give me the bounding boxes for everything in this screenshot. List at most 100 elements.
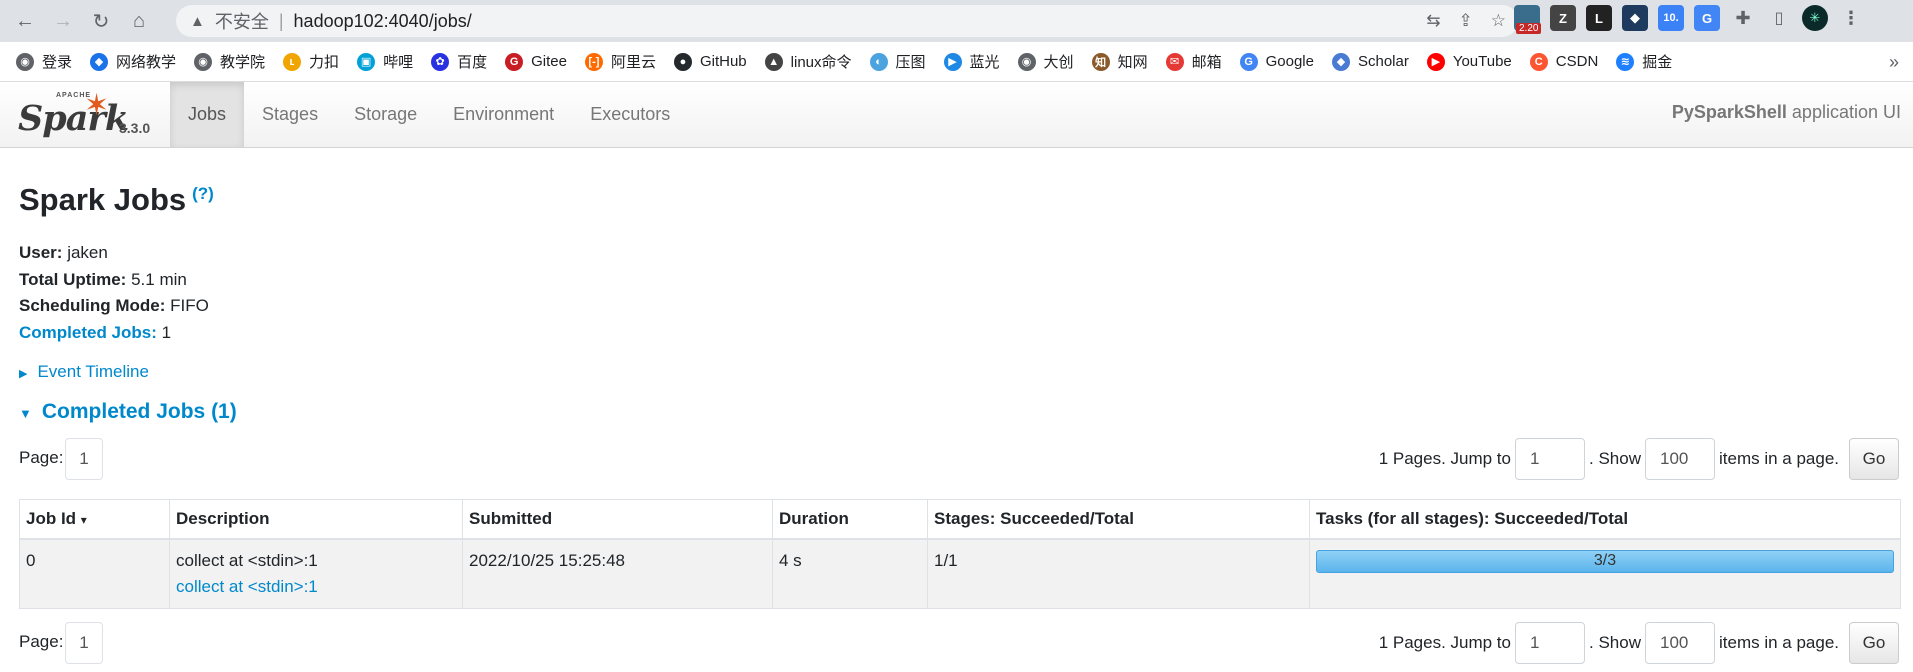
items-text: items in a page. — [1718, 633, 1839, 652]
bookmark-item[interactable]: ◆ 网络教学 — [90, 51, 176, 72]
github-icon: ● — [673, 52, 692, 71]
globe-icon: ◉ — [16, 52, 34, 71]
extension-icon[interactable]: L — [1586, 5, 1612, 31]
bookmark-item[interactable]: G Gitee — [505, 52, 567, 71]
back-icon[interactable]: ← — [8, 4, 42, 38]
bookmark-item[interactable]: ≋ 掘金 — [1616, 51, 1672, 72]
bookmark-item[interactable]: ◐ 压图 — [869, 51, 926, 72]
completed-jobs-link[interactable]: Completed Jobs: — [19, 323, 157, 342]
summary-mode: Scheduling Mode: FIFO — [19, 296, 209, 315]
items-text: items in a page. — [1718, 449, 1839, 468]
col-stages[interactable]: Stages: Succeeded/Total — [927, 499, 1310, 540]
spark-navbar: APACHE Spark ✶ 3.3.0 Jobs Stages Storage… — [0, 82, 1913, 148]
go-button[interactable]: Go — [1849, 438, 1899, 480]
bookmark-label: Gitee — [531, 53, 567, 70]
extension-icon[interactable]: Z — [1550, 5, 1576, 31]
spark-logo[interactable]: APACHE Spark ✶ 3.3.0 — [0, 82, 170, 147]
bookmark-item[interactable]: ◉ 登录 — [16, 51, 72, 72]
bookmark-item[interactable]: ◉ 大创 — [1017, 51, 1074, 72]
col-description[interactable]: Description — [169, 499, 463, 540]
tab-storage[interactable]: Storage — [336, 82, 435, 147]
bookmark-item[interactable]: ◉ 教学院 — [194, 51, 265, 72]
summary-user: User: jaken — [19, 243, 108, 262]
completed-jobs-header[interactable]: ▼ Completed Jobs (1) — [19, 400, 237, 424]
star-icon[interactable]: ☆ — [1491, 11, 1506, 31]
bookmark-item[interactable]: C CSDN — [1529, 52, 1598, 71]
share-icon[interactable]: ⇪ — [1459, 11, 1473, 31]
bookmark-item[interactable]: G Google — [1239, 52, 1314, 71]
bookmarks-more-icon[interactable]: » — [1889, 52, 1899, 73]
home-icon[interactable]: ⌂ — [122, 4, 156, 38]
col-submitted[interactable]: Submitted — [462, 499, 773, 540]
completed-count: 1 — [161, 322, 172, 342]
profile-avatar[interactable]: ✳ — [1802, 5, 1828, 31]
bilibili-icon: ▣ — [357, 52, 376, 71]
jump-to-input[interactable]: 1 — [1515, 438, 1585, 480]
tab-environment[interactable]: Environment — [435, 82, 572, 147]
sidepanel-icon[interactable]: ▯ — [1766, 5, 1792, 31]
col-duration[interactable]: Duration — [772, 499, 928, 540]
spark-version: 3.3.0 — [119, 120, 151, 136]
extension-icon[interactable]: G — [1694, 5, 1720, 31]
page-number-button[interactable]: 1 — [65, 622, 103, 664]
completed-jobs-title: Completed Jobs (1) — [41, 400, 237, 423]
globe-icon: ◉ — [1017, 52, 1036, 71]
address-bar[interactable]: ▲ 不安全 | hadoop102:4040/jobs/ ⇆ ⇪ ☆ — [176, 5, 1518, 37]
event-timeline-label: Event Timeline — [37, 362, 149, 381]
table-header-row: Job Id ▾ Description Submitted Duration … — [19, 499, 1901, 540]
bookmark-label: 力扣 — [309, 54, 340, 71]
col-tasks[interactable]: Tasks (for all stages): Succeeded/Total — [1309, 499, 1901, 540]
bookmark-item[interactable]: ▶ 蓝光 — [943, 51, 1000, 72]
forward-icon[interactable]: → — [46, 4, 80, 38]
extension-badge: 2.20 — [1516, 23, 1542, 34]
user-value: jaken — [67, 243, 108, 262]
jump-to-input[interactable]: 1 — [1515, 622, 1585, 664]
gitee-icon: G — [505, 52, 524, 71]
bookmark-label: 百度 — [457, 54, 488, 71]
job-summary: User: jaken Total Uptime: 5.1 min Schedu… — [19, 240, 209, 346]
bookmark-item[interactable]: ʟ 力扣 — [283, 51, 339, 72]
google-icon: G — [1239, 52, 1258, 71]
bookmark-item[interactable]: [-] 阿里云 — [584, 51, 656, 72]
menu-icon[interactable]: ⋮ — [1838, 5, 1864, 31]
bookmark-item[interactable]: ✿ 百度 — [431, 51, 487, 72]
bookmark-item[interactable]: ▣ 哔哩 — [357, 51, 413, 72]
page-size-input[interactable]: 100 — [1644, 622, 1715, 664]
csdn-icon: C — [1529, 52, 1548, 71]
event-timeline-toggle[interactable]: ▶ Event Timeline — [19, 362, 149, 382]
browser-toolbar: ← → ↻ ⌂ ▲ 不安全 | hadoop102:4040/jobs/ ⇆ ⇪… — [0, 0, 1913, 42]
extension-icon[interactable]: 10. — [1658, 5, 1684, 31]
description-cell: collect at <stdin>:1 collect at <stdin>:… — [169, 538, 463, 609]
duration-cell: 4 s — [772, 538, 928, 609]
translate-icon[interactable]: ⇆ — [1426, 11, 1440, 31]
extension-icon[interactable]: ◆ — [1622, 5, 1648, 31]
app-name: PySparkShell — [1671, 102, 1787, 122]
bookmark-item[interactable]: ◆ Scholar — [1331, 52, 1409, 71]
help-link[interactable]: (?) — [192, 184, 214, 203]
reload-icon[interactable]: ↻ — [84, 4, 118, 38]
bookmark-item[interactable]: ▲ linux命令 — [764, 51, 852, 72]
bookmark-label: Scholar — [1357, 53, 1409, 70]
description-link[interactable]: collect at <stdin>:1 — [176, 574, 456, 600]
col-job-id[interactable]: Job Id ▾ — [19, 499, 170, 540]
baidu-icon: ✿ — [431, 52, 450, 71]
task-progress-bar: 3/3 — [1316, 549, 1894, 573]
address-separator: | — [278, 10, 284, 31]
page-number-button[interactable]: 1 — [65, 438, 103, 480]
tab-stages[interactable]: Stages — [244, 82, 336, 147]
extension-icon[interactable]: 2.20 — [1514, 5, 1542, 34]
go-button[interactable]: Go — [1849, 622, 1899, 664]
bookmark-item[interactable]: ● GitHub — [673, 52, 747, 71]
tab-jobs[interactable]: Jobs — [170, 82, 245, 147]
puzzle-icon[interactable]: ✚ — [1730, 5, 1756, 31]
bookmarks-bar: ◉ 登录 ◆ 网络教学 ◉ 教学院 ʟ 力扣 ▣ 哔哩 ✿ 百度 G Gitee [-] 阿里云 ● GitHub… — [0, 42, 1913, 82]
bookmark-item[interactable]: 知知网 — [1091, 51, 1148, 72]
bookmark-label: 压图 — [895, 54, 926, 71]
tab-executors[interactable]: Executors — [572, 82, 688, 147]
pager-controls: 1 Pages. Jump to 1 . Show 100 items in a… — [1375, 438, 1899, 480]
bookmark-label: 掘金 — [1642, 54, 1673, 71]
page-size-input[interactable]: 100 — [1644, 438, 1715, 480]
bookmark-item[interactable]: ✉ 邮箱 — [1165, 51, 1222, 72]
bookmark-label: GitHub — [699, 53, 747, 70]
bookmark-item[interactable]: ▶ YouTube — [1426, 52, 1512, 71]
